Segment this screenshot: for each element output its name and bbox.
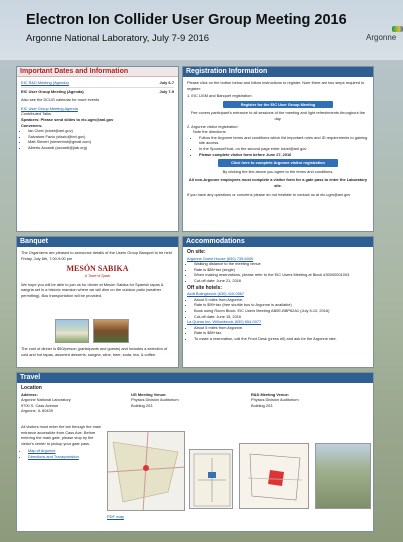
meson-sabika-tagline: A Taste of Spain <box>84 274 111 279</box>
list-item: Please complete visitor form before June… <box>199 152 369 158</box>
visitor-bullets: Follow the Argonne terms and conditions … <box>187 135 369 157</box>
mansion-photo <box>55 319 89 343</box>
la-quinta-list: About 5 miles from Argonne. Rate is $85+… <box>187 325 369 342</box>
banquet-cost: The cost of dinner is $50/person (partic… <box>21 346 168 357</box>
list-item: Cut-off date: June 21, 2016 <box>194 278 369 284</box>
rd-venue-column: R&D Meeting Venue: Physics Division Audi… <box>251 392 361 414</box>
building-map-graphic <box>240 444 308 508</box>
argonne-logo[interactable]: Argonne <box>366 33 403 42</box>
visitor-registration-button[interactable]: Click here to complete Argonne visitor r… <box>218 159 338 167</box>
important-dates-heading: Important Dates and Information <box>17 67 178 77</box>
list-item: To make a reservation, call the Front De… <box>194 336 369 342</box>
important-dates-panel: Important Dates and Information EIC R&D … <box>16 66 179 232</box>
page-subtitle: Argonne National Laboratory, July 7-9 20… <box>26 33 210 44</box>
visitor-note: All visitors must enter the lab through … <box>21 423 102 446</box>
important-dates-body: EIC R&D Meeting (Agenda) July 6-7 EIC Us… <box>17 77 178 154</box>
rd-meeting-link[interactable]: EIC R&D Meeting (Agenda) <box>21 80 69 86</box>
travel-heading: Travel <box>17 373 373 383</box>
date-row: EIC R&D Meeting (Agenda) July 6-7 <box>21 80 174 86</box>
address-line: Building 203 <box>251 402 273 408</box>
pdf-map-link[interactable]: PDF map <box>107 514 124 519</box>
rd-meeting-date: July 6-7 <box>159 80 175 85</box>
non-argonne-note: All non-Argonne employees must complete … <box>188 177 368 188</box>
address-column: Address: Argonne National Laboratory 970… <box>21 392 131 414</box>
area-map-graphic <box>108 432 184 510</box>
patio-photo <box>93 319 129 343</box>
meson-sabika-logo[interactable]: MESÓN SABIKA <box>21 264 174 273</box>
registration-panel: Registration Information Please click on… <box>182 66 374 232</box>
aerial-photo <box>315 443 371 509</box>
page-header: Electron Ion Collider User Group Meeting… <box>0 0 403 60</box>
accommodations-panel: Accommodations On site: Argonne Guest Ho… <box>182 236 374 368</box>
guest-house-list: Walking distance to the meeting venue Ra… <box>187 261 369 283</box>
area-map[interactable] <box>107 431 185 511</box>
address-columns: Address: Argonne National Laboratory 970… <box>21 392 369 414</box>
register-ugm-button[interactable]: Register for the EIC User Group Meeting <box>223 100 333 109</box>
ugm-meeting-date: July 7-9 <box>159 88 175 94</box>
address-line: Argonne, IL 60439 <box>21 408 53 414</box>
page-title: Electron Ion Collider User Group Meeting… <box>26 12 347 28</box>
aloft-list: About 5 miles from Argonne. Rate is $99+… <box>187 297 369 319</box>
accommodations-heading: Accommodations <box>183 237 373 247</box>
banquet-body: The Organizers are pleased to announce d… <box>17 247 178 302</box>
accommodations-body: On site: Argonne Guest House (630) 739-6… <box>183 247 373 345</box>
ugm-meeting-link[interactable]: EIC User Group Meeting (Agenda) <box>21 89 84 95</box>
travel-panel: Travel Location Address: Argonne Nationa… <box>16 372 374 532</box>
fee-note: Fee covers participant's entrance to all… <box>190 110 366 121</box>
registration-body: Please click on the button below and fol… <box>183 77 373 200</box>
site-map[interactable] <box>189 449 233 509</box>
list-item: Alberto Accardi (accardi@jlab.org) <box>28 145 174 151</box>
contact-note: If you have any questions or concerns pl… <box>187 191 351 197</box>
ug-venue-column: UG Meeting Venue: Physics Division Audit… <box>131 392 251 414</box>
banquet-panel: Banquet The Organizers are pleased to an… <box>16 236 179 368</box>
banquet-intro: The Organizers are pleased to announce d… <box>21 250 172 261</box>
registration-heading: Registration Information <box>183 67 373 77</box>
registration-intro: Please click on the button below and fol… <box>187 80 365 91</box>
list-item: Follow the Argonne terms and conditions … <box>199 135 369 146</box>
building-map[interactable] <box>239 443 309 509</box>
address-line: Building 203 <box>131 402 153 408</box>
banquet-heading: Banquet <box>17 237 178 247</box>
argonne-logo-icon <box>392 26 403 32</box>
step-one-label: 1. EIC UGM and Banquet registration: <box>187 93 253 99</box>
site-map-graphic <box>193 453 231 507</box>
banquet-description: We hope you will be able to join us for … <box>21 281 164 298</box>
conveners-list: Ian Cloet (icloet@anl.gov) Salvatore Faz… <box>21 128 174 150</box>
